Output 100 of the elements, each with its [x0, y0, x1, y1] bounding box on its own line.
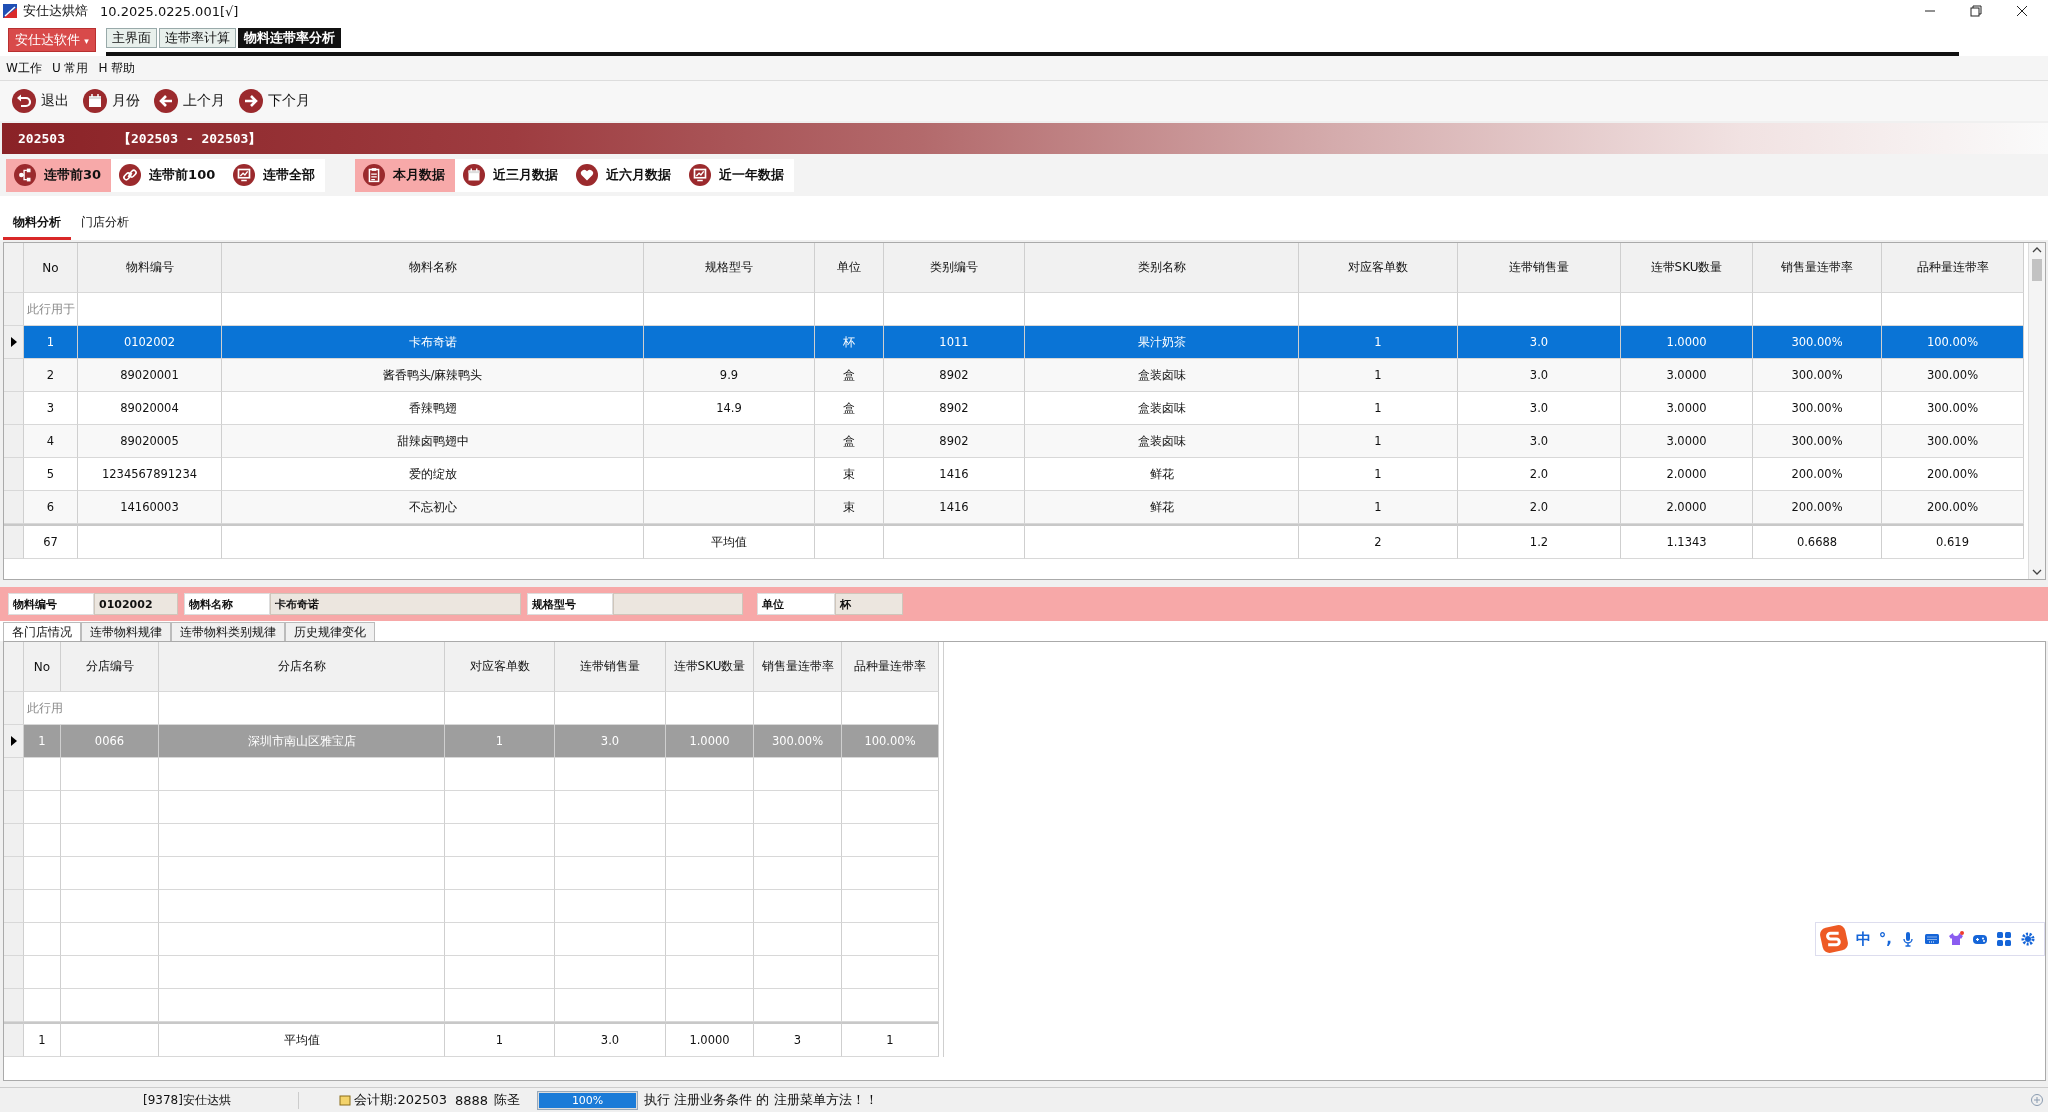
- input-field[interactable]: [613, 593, 743, 615]
- menu-item[interactable]: H 帮助: [98, 59, 136, 77]
- column-header[interactable]: No: [24, 642, 61, 692]
- table-cell: 盒: [815, 425, 884, 458]
- row-header: [4, 1022, 24, 1057]
- input-field[interactable]: 卡布奇诺: [270, 593, 521, 615]
- settings-icon[interactable]: [2020, 931, 2036, 947]
- column-header[interactable]: 对应客单数: [445, 642, 555, 692]
- input-field[interactable]: 0102002: [94, 593, 178, 615]
- toolbar-button[interactable]: 月份: [83, 87, 140, 115]
- column-header[interactable]: 品种量连带率: [842, 642, 939, 692]
- restore-icon[interactable]: [1970, 5, 1982, 17]
- table-cell: 束: [815, 491, 884, 524]
- filter-button[interactable]: 本月数据: [355, 158, 456, 192]
- row-header: [4, 890, 24, 923]
- column-header[interactable]: 销售量连带率: [1753, 243, 1882, 293]
- table-cell: 3.0: [1458, 359, 1621, 392]
- clipboard-icon: [363, 164, 386, 186]
- table-cell: 盒装卤味: [1025, 425, 1299, 458]
- keyboard-icon[interactable]: [1924, 931, 1940, 947]
- column-header[interactable]: 类别编号: [884, 243, 1025, 293]
- progress-text: 100%: [570, 1092, 605, 1108]
- toolbar-button[interactable]: 退出: [12, 87, 69, 115]
- table-cell: 杯: [815, 326, 884, 359]
- table-cell: [24, 857, 61, 890]
- table-cell: 1: [1299, 425, 1458, 458]
- table-cell: [24, 923, 61, 956]
- menu-item[interactable]: W工作: [6, 59, 42, 77]
- table-row[interactable]: 4 89020005 甜辣卤鸭翅中 盒 8902 盒装卤味 1 3.0 3.0000 300.00% 300.00%: [4, 425, 2028, 458]
- table-cell: 300.00%: [1753, 425, 1882, 458]
- input-field[interactable]: 杯: [835, 593, 903, 615]
- column-header[interactable]: 分店编号: [61, 642, 159, 692]
- table-cell: 0.619: [1882, 524, 2024, 559]
- column-header[interactable]: 单位: [815, 243, 884, 293]
- table-cell: 1: [445, 725, 555, 758]
- column-header[interactable]: 物料编号: [78, 243, 222, 293]
- field-label: 物料名称: [184, 593, 270, 615]
- punctuation-toggle[interactable]: °,: [1878, 930, 1892, 948]
- scroll-down-icon[interactable]: [2032, 569, 2042, 575]
- tab[interactable]: 连带物料规律: [81, 622, 171, 641]
- tab[interactable]: 门店分析: [71, 207, 139, 240]
- scroll-thumb[interactable]: [2032, 259, 2042, 281]
- table-cell: 3.0: [555, 1022, 666, 1057]
- column-header[interactable]: No: [24, 243, 78, 293]
- table-cell: 0102002: [78, 326, 222, 359]
- input-mode-toggle[interactable]: 中: [1855, 929, 1871, 949]
- ime-logo-icon[interactable]: [1819, 925, 1848, 953]
- grid-icon[interactable]: [1996, 931, 2012, 947]
- resize-grip-icon: [2030, 1093, 2044, 1107]
- column-header[interactable]: 销售量连带率: [754, 642, 842, 692]
- app-menu-button[interactable]: 安仕达软件 ▾: [8, 28, 96, 52]
- field-label: 单位: [757, 593, 835, 615]
- column-header[interactable]: 分店名称: [159, 642, 445, 692]
- column-header[interactable]: 品种量连带率: [1882, 243, 2024, 293]
- tab[interactable]: 主界面: [105, 28, 157, 48]
- monitor-icon: [689, 164, 712, 186]
- row-header[interactable]: [4, 725, 24, 758]
- menu-item[interactable]: U 常用: [51, 59, 89, 77]
- shirt-icon[interactable]: [1948, 931, 1964, 947]
- column-header[interactable]: 连带销售量: [555, 642, 666, 692]
- column-header[interactable]: 连带销售量: [1458, 243, 1621, 293]
- scroll-up-icon[interactable]: [2032, 247, 2042, 253]
- toolbar-button[interactable]: 上个月: [154, 87, 225, 115]
- row-header[interactable]: [4, 326, 24, 359]
- tab[interactable]: 连带率计算: [158, 28, 236, 48]
- column-header[interactable]: 物料名称: [222, 243, 644, 293]
- close-icon[interactable]: [2016, 5, 2028, 17]
- table-row[interactable]: 2 89020001 酱香鸭头/麻辣鸭头 9.9 盒 8902 盒装卤味 1 3.0 3.0000 300.00% 300.00%: [4, 359, 2028, 392]
- table-cell: 3: [754, 1022, 842, 1057]
- microphone-icon[interactable]: [1900, 931, 1916, 947]
- table-cell: 89020005: [78, 425, 222, 458]
- field-label: 物料编号: [8, 593, 94, 615]
- table-cell: 鲜花: [1025, 491, 1299, 524]
- table-cell: 2: [1299, 524, 1458, 559]
- table-cell: 1: [24, 326, 78, 359]
- filter-button[interactable]: 连带前30: [6, 158, 112, 192]
- table-row[interactable]: 1 0102002 卡布奇诺 杯 1011 果汁奶茶 1 3.0 1.0000 300.00% 100.00%: [4, 326, 2028, 359]
- column-header[interactable]: 连带SKU数量: [666, 642, 754, 692]
- column-header[interactable]: 对应客单数: [1299, 243, 1458, 293]
- tab[interactable]: 物料连带率分析: [237, 28, 341, 48]
- scrollbar[interactable]: [2028, 243, 2045, 579]
- column-header[interactable]: 规格型号: [644, 243, 815, 293]
- user-label: [9378]安仕达烘: [0, 1091, 299, 1109]
- operator-name: 陈圣: [494, 1091, 522, 1109]
- operator-code: 8888: [455, 1092, 489, 1108]
- row-pointer-icon: [10, 337, 17, 347]
- period-label: 202503: [17, 131, 66, 146]
- tab[interactable]: 各门店情况: [3, 622, 81, 641]
- table-cell: 深圳市南山区雅宝店: [159, 725, 445, 758]
- table-cell: 300.00%: [1882, 359, 2024, 392]
- table-cell: 2: [24, 359, 78, 392]
- row-header: [4, 956, 24, 989]
- tab[interactable]: 连带物料类别规律: [171, 622, 285, 641]
- window-title: 安仕达烘焙: [23, 2, 88, 20]
- table-cell: 9.9: [644, 359, 815, 392]
- table-row[interactable]: 6 14160003 不忘初心 束 1416 鲜花 1 2.0 2.0000 200.00% 200.00%: [4, 491, 2028, 524]
- column-header[interactable]: 连带SKU数量: [1621, 243, 1753, 293]
- tab[interactable]: 历史规律变化: [285, 622, 375, 641]
- toolbar-button[interactable]: 下个月: [239, 87, 310, 115]
- column-header[interactable]: 类别名称: [1025, 243, 1299, 293]
